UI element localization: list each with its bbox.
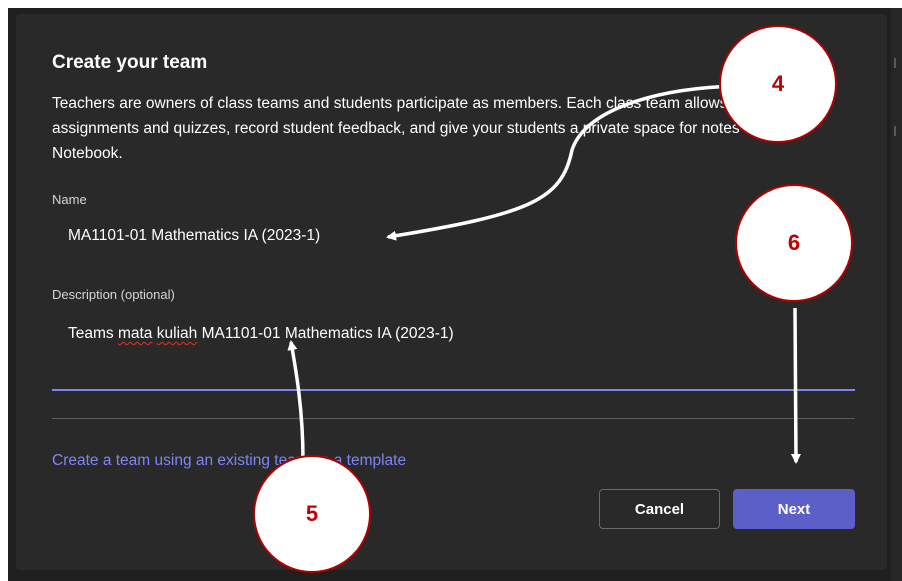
description-word: Teams xyxy=(68,325,114,342)
cancel-button[interactable]: Cancel xyxy=(599,489,720,529)
template-link[interactable]: Create a team using an existing team as … xyxy=(52,452,406,470)
spellcheck-word: mata xyxy=(117,325,153,342)
background-icon xyxy=(894,126,900,136)
annotation-step-4: 4 xyxy=(719,25,837,143)
annotation-step-4-label: 4 xyxy=(771,71,785,96)
description-field[interactable]: Teams mata kuliah MA1101-01 Mathematics … xyxy=(52,316,855,391)
name-label: Name xyxy=(52,192,87,207)
annotation-step-5-label: 5 xyxy=(305,501,319,526)
dialog-title: Create your team xyxy=(52,52,208,73)
divider xyxy=(52,418,855,419)
description-rest: MA1101-01 Mathematics IA (2023-1) xyxy=(201,325,454,342)
background-panel xyxy=(891,8,902,581)
annotation-step-6: 6 xyxy=(735,184,853,302)
next-button[interactable]: Next xyxy=(733,489,855,529)
description-label: Description (optional) xyxy=(52,287,175,302)
name-field-value: MA1101-01 Mathematics IA (2023-1) xyxy=(68,227,321,244)
background-icon xyxy=(894,58,900,68)
annotation-step-6-label: 6 xyxy=(787,230,801,255)
annotation-step-5: 5 xyxy=(253,455,371,573)
description-field-value: Teams mata kuliah MA1101-01 Mathematics … xyxy=(68,325,454,343)
spellcheck-word: kuliah xyxy=(156,325,198,342)
